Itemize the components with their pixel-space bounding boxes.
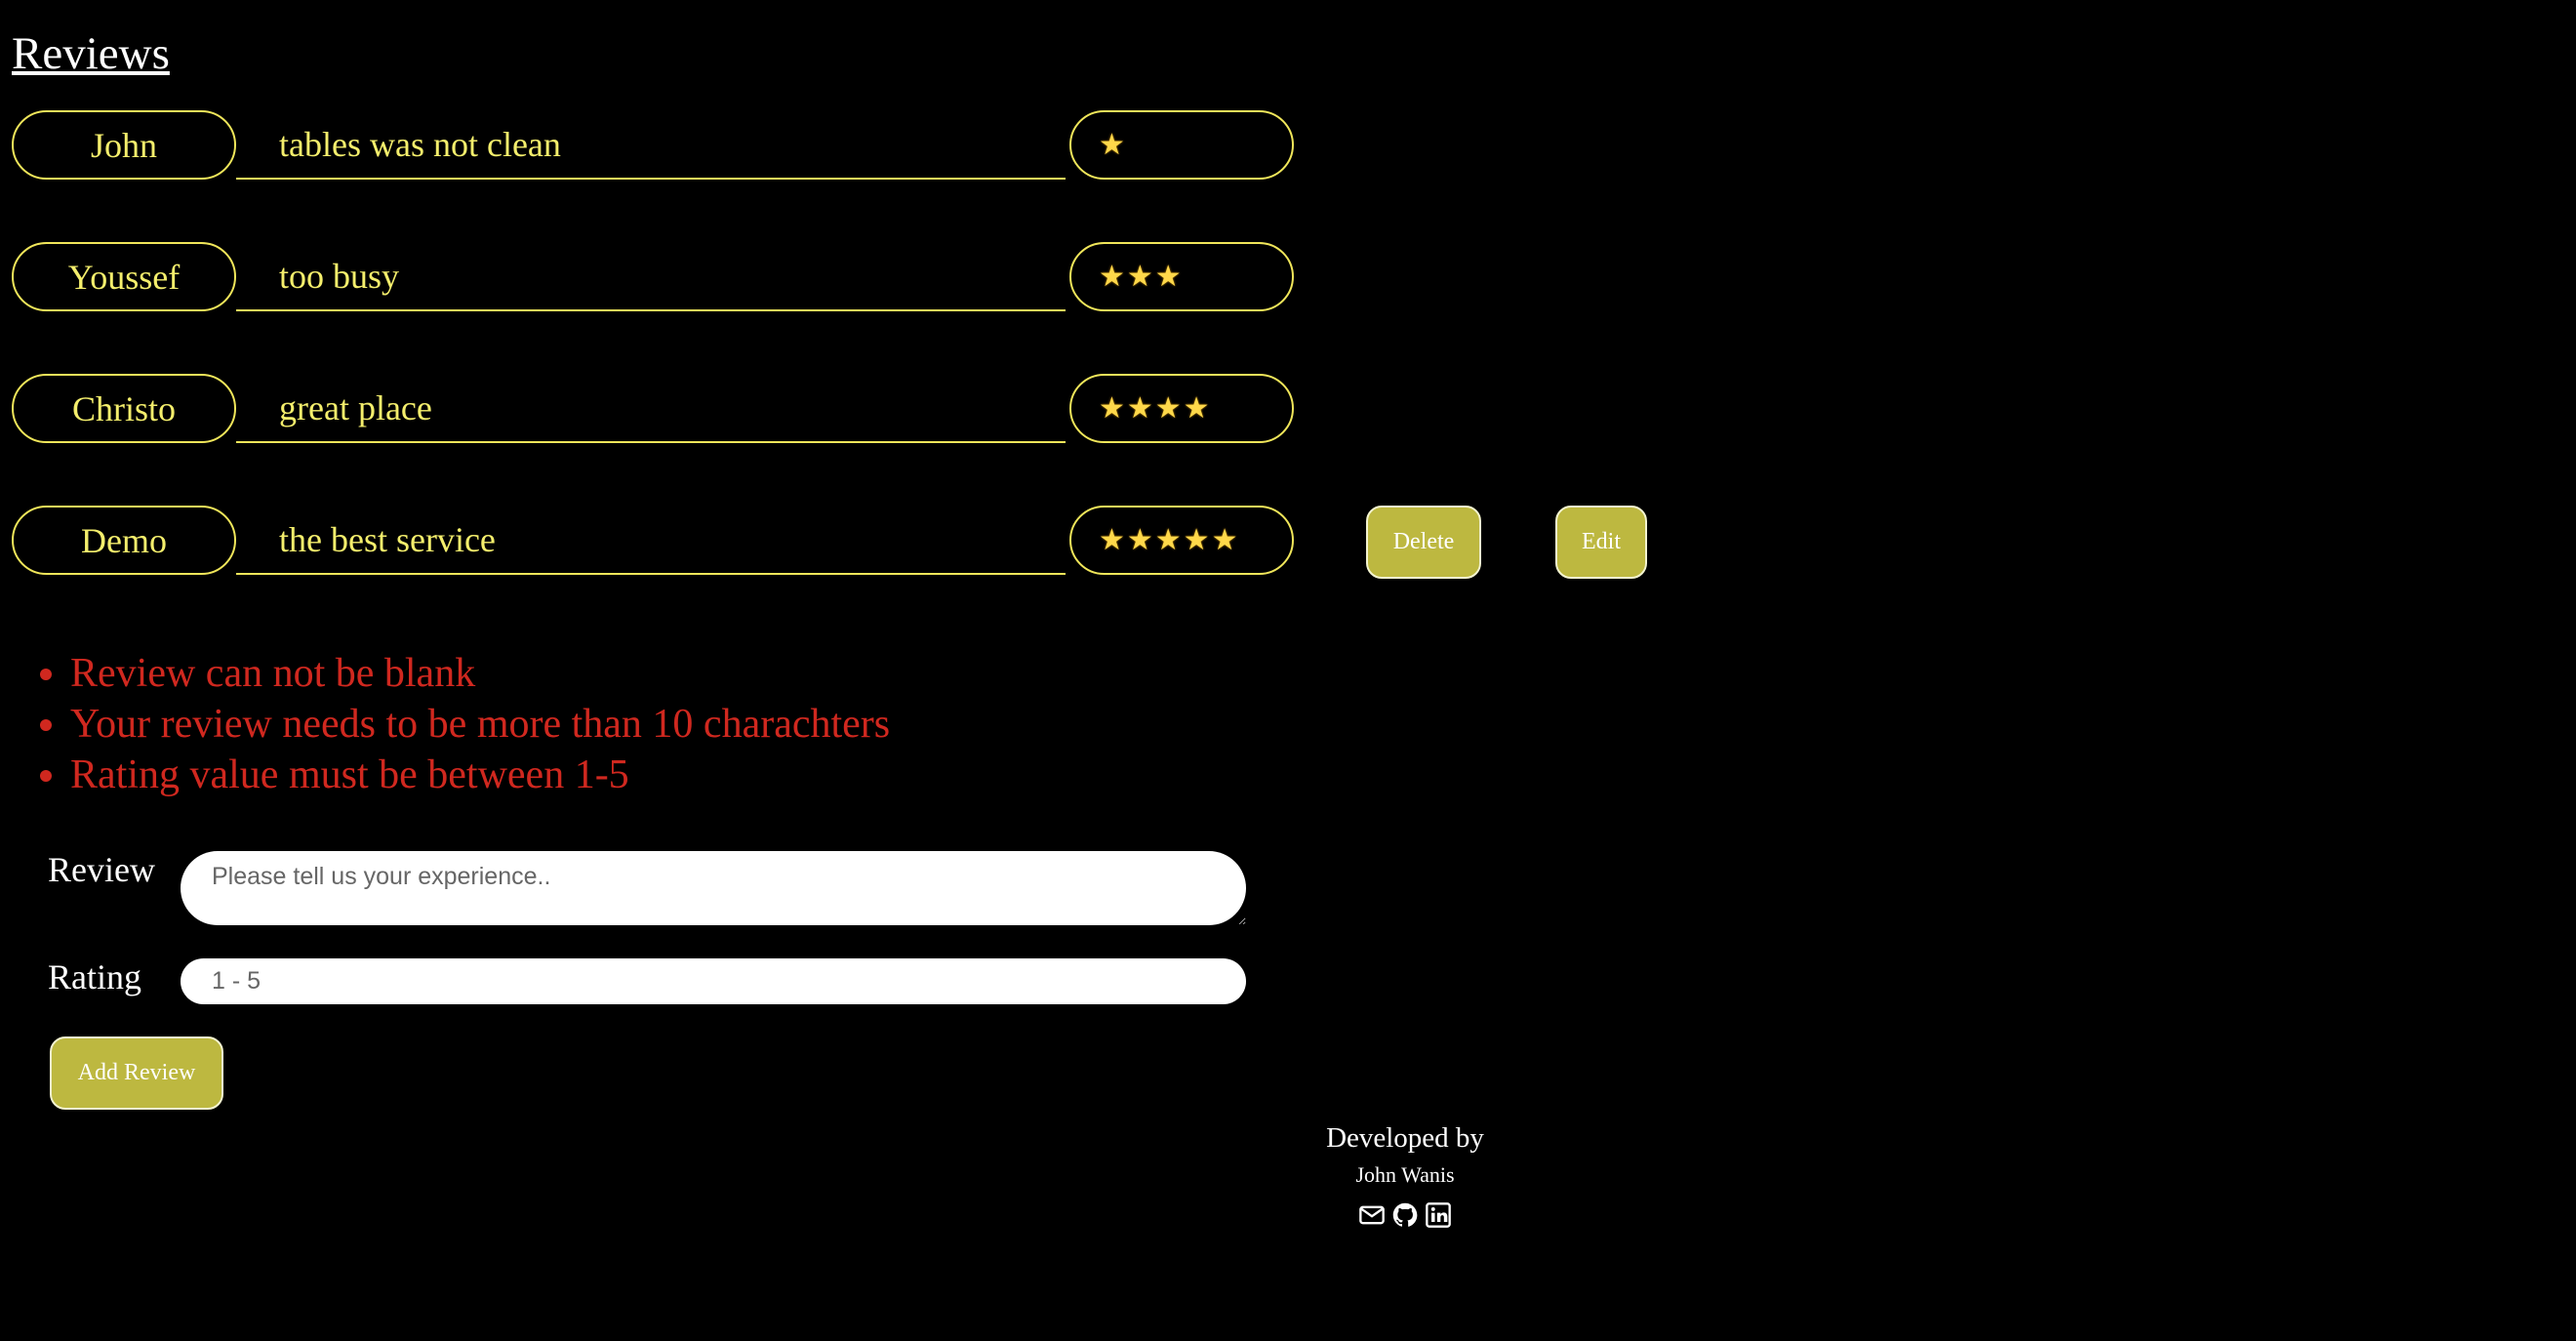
- footer: Developed by John Wanis: [1210, 1122, 1600, 1229]
- review-text: great place: [236, 374, 1066, 443]
- reviewer-name: Christo: [12, 374, 236, 443]
- email-icon[interactable]: [1358, 1201, 1386, 1229]
- rating-stars: ★★★: [1069, 242, 1294, 311]
- star-icon: ★★★: [1099, 261, 1184, 293]
- star-icon: ★★★★★: [1099, 524, 1240, 556]
- social-icons: [1210, 1201, 1600, 1229]
- reviewer-name: Demo: [12, 506, 236, 575]
- review-label: Review: [48, 850, 155, 889]
- review-input[interactable]: [181, 851, 1246, 925]
- add-review-button[interactable]: Add Review: [50, 1036, 223, 1110]
- review-text: tables was not clean: [236, 110, 1066, 180]
- error-list: Review can not be blank Your review need…: [29, 648, 890, 800]
- rating-stars: ★★★★: [1069, 374, 1294, 443]
- error-message: Your review needs to be more than 10 cha…: [70, 699, 890, 750]
- review-row: Christo great place ★★★★: [12, 374, 1670, 447]
- github-icon[interactable]: [1391, 1201, 1419, 1229]
- error-message: Rating value must be between 1-5: [70, 750, 890, 800]
- delete-button[interactable]: Delete: [1366, 506, 1481, 579]
- reviewer-name: Youssef: [12, 242, 236, 311]
- star-icon: ★: [1099, 129, 1127, 161]
- review-row: Demo the best service ★★★★★ Delete Edit: [12, 506, 1670, 579]
- developed-by-label: Developed by: [1326, 1122, 1484, 1154]
- review-row: Youssef too busy ★★★: [12, 242, 1670, 315]
- star-icon: ★★★★: [1099, 392, 1212, 425]
- review-row: John tables was not clean ★: [12, 110, 1670, 183]
- developer-name: John Wanis: [1355, 1162, 1455, 1187]
- rating-stars: ★: [1069, 110, 1294, 180]
- review-text: too busy: [236, 242, 1066, 311]
- rating-stars: ★★★★★: [1069, 506, 1294, 575]
- rating-label: Rating: [48, 957, 141, 996]
- rating-input[interactable]: [181, 958, 1246, 1004]
- error-message: Review can not be blank: [70, 648, 890, 699]
- reviewer-name: John: [12, 110, 236, 180]
- edit-button[interactable]: Edit: [1555, 506, 1647, 579]
- review-text: the best service: [236, 506, 1066, 575]
- page-title: Reviews: [12, 28, 170, 79]
- linkedin-icon[interactable]: [1425, 1201, 1452, 1229]
